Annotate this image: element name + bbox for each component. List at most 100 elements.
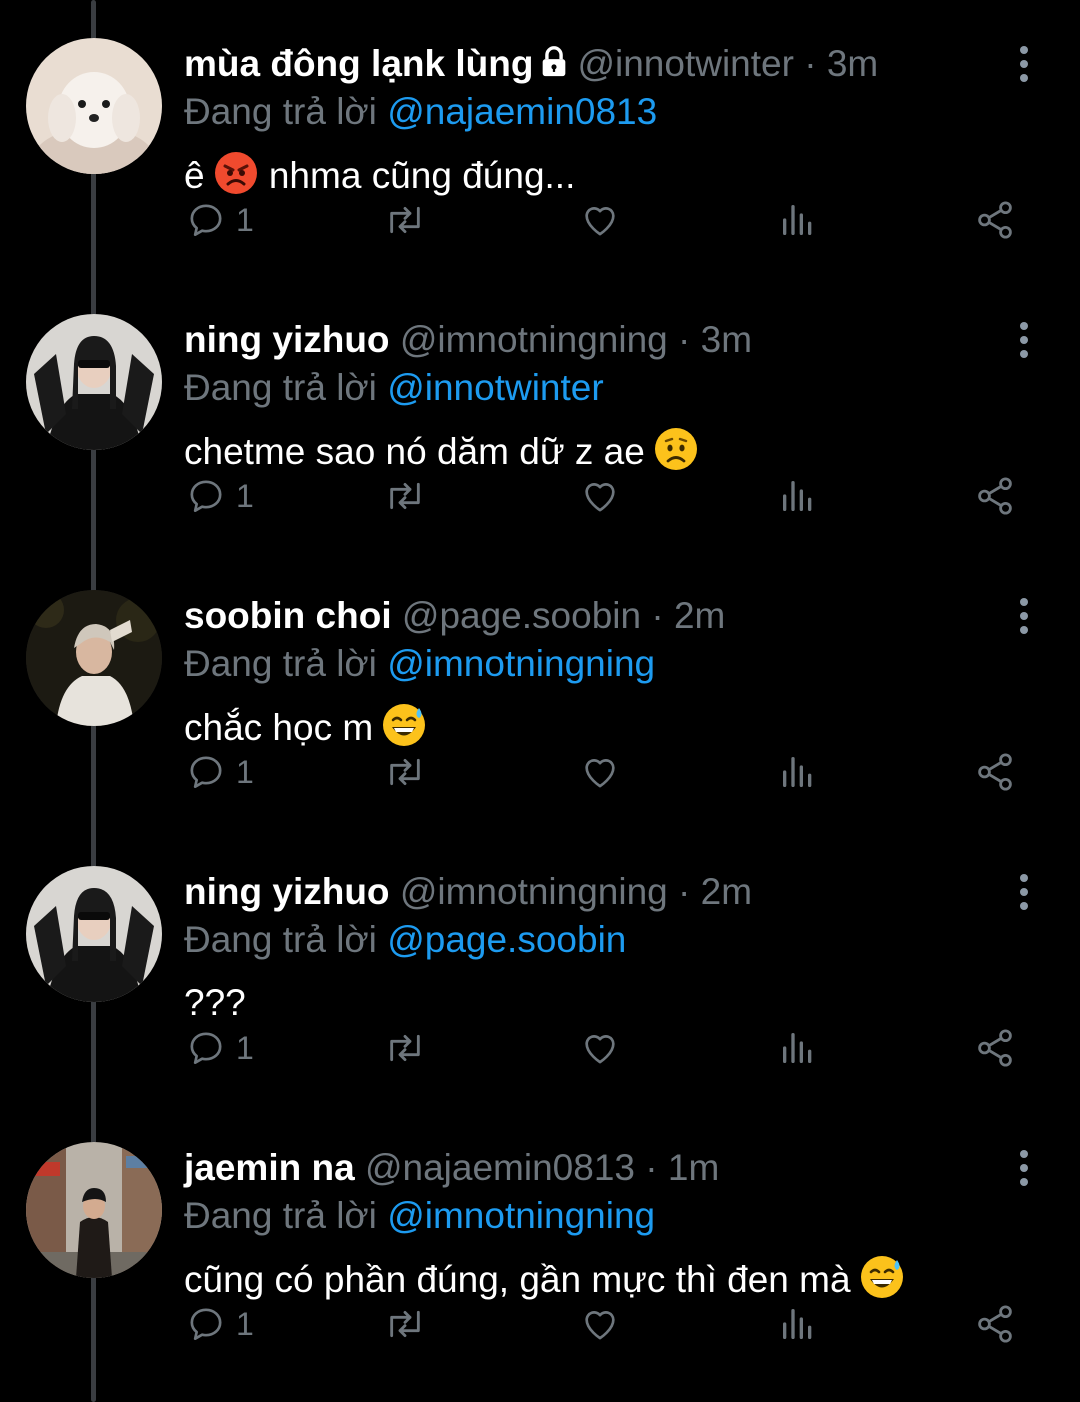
user-handle[interactable]: @innotwinter	[577, 43, 794, 84]
tweet-actions: 1	[0, 742, 1080, 802]
analytics-button[interactable]	[778, 1294, 818, 1354]
display-name[interactable]: mùa đông lạnk lùng	[184, 43, 533, 84]
tweet-header: soobin choi @page.soobin · 2m	[184, 592, 984, 640]
display-name[interactable]: soobin choi	[184, 595, 392, 636]
girl-avatar-image	[26, 866, 162, 1002]
replying-to-label: Đang trả lời	[184, 643, 377, 684]
replying-to-label: Đang trả lời	[184, 1195, 377, 1236]
tweet-text-part: ???	[184, 982, 246, 1023]
timestamp[interactable]: 3m	[827, 43, 878, 84]
avatar[interactable]	[26, 590, 162, 726]
retweet-icon	[390, 1310, 420, 1338]
replying-to-label: Đang trả lời	[184, 91, 377, 132]
like-button[interactable]	[580, 190, 620, 250]
heart-icon	[585, 1311, 615, 1340]
analytics-button[interactable]	[778, 466, 818, 526]
display-name[interactable]: jaemin na	[184, 1147, 355, 1188]
reply-count: 1	[236, 477, 254, 514]
heart-icon	[585, 207, 615, 236]
reply-count: 1	[236, 1029, 254, 1066]
more-options-icon[interactable]	[1012, 1148, 1036, 1188]
share-button[interactable]	[974, 190, 1016, 250]
share-button[interactable]	[974, 742, 1016, 802]
replying-to-label: Đang trả lời	[184, 919, 377, 960]
retweet-icon	[390, 206, 420, 234]
user-handle[interactable]: @najaemin0813	[365, 1147, 635, 1188]
tweet[interactable]: jaemin na @najaemin0813 · 1m Đang trả lờ…	[0, 1104, 1080, 1380]
retweet-icon	[390, 758, 420, 786]
tweet[interactable]: mùa đông lạnk lùng @innotwinter · 3m Đang…	[0, 0, 1080, 276]
reply-count: 1	[236, 753, 254, 790]
replying-to: Đang trả lời @najaemin0813	[184, 89, 657, 135]
separator-dot: ·	[645, 1147, 658, 1188]
tweet-actions: 1	[0, 1018, 1080, 1078]
timestamp[interactable]: 2m	[674, 595, 725, 636]
tweet-header: mùa đông lạnk lùng @innotwinter · 3m	[184, 40, 984, 91]
mention-link[interactable]: @najaemin0813	[387, 91, 657, 132]
like-button[interactable]	[580, 742, 620, 802]
mention-link[interactable]: @page.soobin	[387, 919, 626, 960]
user-handle[interactable]: @imnotningning	[400, 319, 668, 360]
analytics-icon	[783, 1309, 812, 1339]
share-button[interactable]	[974, 466, 1016, 526]
avatar[interactable]	[26, 38, 162, 174]
avatar[interactable]	[26, 1142, 162, 1278]
puppy-avatar-image	[26, 38, 162, 174]
timestamp[interactable]: 2m	[701, 871, 752, 912]
timestamp[interactable]: 1m	[668, 1147, 719, 1188]
tweet[interactable]: ning yizhuo @imnotningning · 3m Đang trả…	[0, 276, 1080, 552]
more-options-icon[interactable]	[1012, 44, 1036, 84]
share-button[interactable]	[974, 1294, 1016, 1354]
analytics-icon	[783, 1033, 812, 1063]
avatar[interactable]	[26, 866, 162, 1002]
reply-button[interactable]: 1	[186, 742, 254, 802]
share-icon	[978, 477, 1012, 515]
reply-icon	[190, 480, 222, 512]
reply-icon	[190, 756, 222, 788]
tweet-actions: 1	[0, 190, 1080, 250]
retweet-button[interactable]	[382, 742, 428, 802]
analytics-icon	[783, 757, 812, 787]
share-icon	[978, 753, 1012, 791]
more-options-icon[interactable]	[1012, 872, 1036, 912]
analytics-button[interactable]	[778, 742, 818, 802]
mention-link[interactable]: @imnotningning	[387, 1195, 655, 1236]
timestamp[interactable]: 3m	[701, 319, 752, 360]
mention-link[interactable]: @innotwinter	[387, 367, 604, 408]
heart-icon	[585, 1035, 615, 1064]
reply-icon	[190, 1308, 222, 1340]
more-options-icon[interactable]	[1012, 596, 1036, 636]
like-button[interactable]	[580, 466, 620, 526]
street-avatar-image	[26, 1142, 162, 1278]
retweet-button[interactable]	[382, 1018, 428, 1078]
like-button[interactable]	[580, 1018, 620, 1078]
tweet[interactable]: ning yizhuo @imnotningning · 2m Đang trả…	[0, 828, 1080, 1104]
user-handle[interactable]: @page.soobin	[402, 595, 641, 636]
separator-dot: ·	[678, 871, 691, 912]
share-icon	[978, 1029, 1012, 1067]
retweet-button[interactable]	[382, 1294, 428, 1354]
tweet[interactable]: soobin choi @page.soobin · 2m Đang trả l…	[0, 552, 1080, 828]
heart-icon	[585, 483, 615, 512]
display-name[interactable]: ning yizhuo	[184, 871, 390, 912]
reply-button[interactable]: 1	[186, 1294, 254, 1354]
mention-link[interactable]: @imnotningning	[387, 643, 655, 684]
like-button[interactable]	[580, 1294, 620, 1354]
retweet-icon	[390, 1034, 420, 1062]
user-handle[interactable]: @imnotningning	[400, 871, 668, 912]
reply-button[interactable]: 1	[186, 466, 254, 526]
reply-button[interactable]: 1	[186, 1018, 254, 1078]
analytics-button[interactable]	[778, 1018, 818, 1078]
reply-count: 1	[236, 201, 254, 238]
analytics-button[interactable]	[778, 190, 818, 250]
share-button[interactable]	[974, 1018, 1016, 1078]
retweet-button[interactable]	[382, 466, 428, 526]
avatar[interactable]	[26, 314, 162, 450]
reply-button[interactable]: 1	[186, 190, 254, 250]
girl-avatar-image	[26, 314, 162, 450]
tweet-header: ning yizhuo @imnotningning · 2m	[184, 868, 984, 916]
replying-to: Đang trả lời @innotwinter	[184, 365, 604, 411]
retweet-button[interactable]	[382, 190, 428, 250]
display-name[interactable]: ning yizhuo	[184, 319, 390, 360]
more-options-icon[interactable]	[1012, 320, 1036, 360]
